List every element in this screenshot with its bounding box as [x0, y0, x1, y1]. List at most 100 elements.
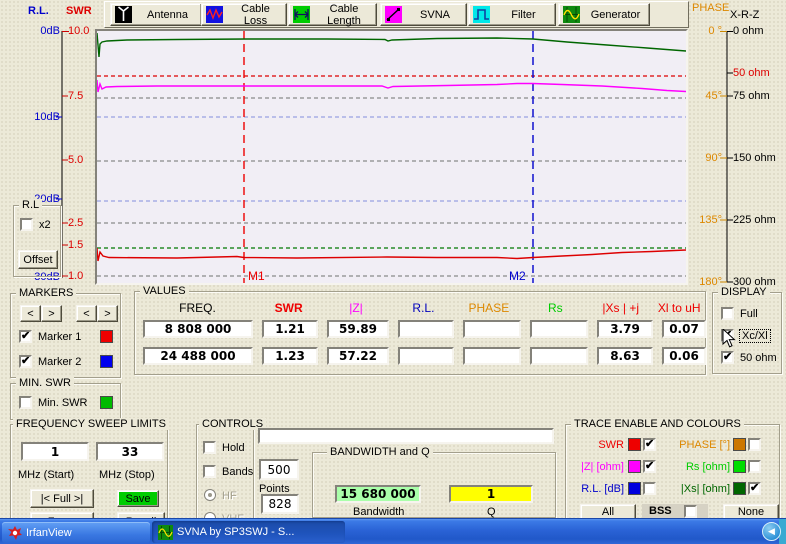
q-label: Q	[487, 506, 496, 518]
values-header-rs: Rs	[547, 301, 563, 315]
swr-axis-title: SWR	[66, 5, 92, 17]
marker-label-M1: M1	[248, 269, 265, 283]
rl-offset-group-title: R.L	[19, 199, 43, 211]
marker-label-M2: M2	[509, 269, 526, 283]
rl-x2-checkbox[interactable]	[20, 218, 33, 231]
filter-button[interactable]: Filter	[468, 3, 556, 26]
marker1-next-button[interactable]: >	[41, 305, 62, 322]
xrz-axis-title: X-R-Z	[730, 9, 760, 21]
display-full-checkbox[interactable]	[721, 307, 734, 320]
marker1-checkbox[interactable]	[19, 329, 32, 343]
cable-length-button[interactable]: Cable Length	[288, 2, 377, 27]
points-input[interactable]: 500	[259, 459, 299, 480]
right-axis-line	[720, 31, 733, 283]
svna-button[interactable]: SVNA	[380, 3, 467, 26]
sweep-limits-group-title: FREQUENCY SWEEP LIMITS	[13, 418, 169, 430]
freq-stop-input[interactable]: 33	[96, 442, 164, 461]
swr-tick-7-5: 7.5	[68, 90, 84, 102]
min-swr-checkbox[interactable]	[19, 396, 32, 409]
bands-label: Bands	[222, 466, 254, 478]
min-swr-group: MIN. SWR Min. SWR	[10, 377, 121, 420]
taskbar-svna-button[interactable]: SVNA by SP3SWJ - S...	[152, 521, 345, 543]
sweep-limits-group: FREQUENCY SWEEP LIMITS 1 33 MHz (Start) …	[10, 418, 169, 531]
trace-swr	[96, 247, 687, 262]
bands-checkbox[interactable]	[203, 465, 216, 478]
marker2-checkbox[interactable]	[19, 354, 32, 368]
display-group-title: DISPLAY	[718, 286, 770, 298]
bss-checkbox[interactable]	[684, 505, 697, 518]
trace-rs-checkbox[interactable]	[748, 460, 761, 473]
trace-swr-label: SWR	[598, 439, 624, 451]
trace-z-label: |Z| [ohm]	[580, 461, 624, 473]
values-header-freq: FREQ.	[179, 301, 216, 315]
trace-enable-group-title: TRACE ENABLE AND COLOURS	[571, 418, 744, 430]
taskbar-svna-label: SVNA by SP3SWJ - S...	[177, 526, 295, 538]
ohm-tick-150: 150 ohm	[733, 152, 776, 164]
toolbar: Antenna Cable Loss Cable Length SVNA Fil…	[104, 1, 689, 28]
value-xl-m1: 0.07	[662, 320, 706, 338]
display-50ohm-label: 50 ohm	[740, 352, 777, 364]
controls-group-title: CONTROLS	[199, 418, 267, 430]
status-input[interactable]	[258, 428, 554, 444]
taskbar-irfanview-button[interactable]: IrfanView	[2, 522, 150, 543]
offset-button[interactable]: Offset	[18, 250, 58, 269]
value-swr-m1: 1.21	[262, 320, 318, 338]
q-field: 1	[449, 485, 533, 503]
antenna-icon	[115, 6, 132, 23]
cable-length-button-label: Cable Length	[327, 2, 361, 27]
save-button[interactable]: Save	[117, 490, 159, 507]
taskbar-collapse-button[interactable]: ◀	[762, 522, 781, 541]
trace-rl-swatch	[628, 482, 641, 495]
svna-icon	[385, 6, 402, 23]
ohm-tick-50: 50 ohm	[733, 67, 770, 79]
bandwidth-group-title: BANDWIDTH and Q	[327, 446, 433, 458]
value-xs-m1: 3.79	[597, 320, 653, 338]
antenna-button[interactable]: Antenna	[110, 3, 202, 26]
marker1-prev-button[interactable]: <	[20, 305, 41, 322]
marker2-color-swatch	[100, 355, 113, 368]
markers-group: MARKERS < > < > Marker 1 Marker 2	[10, 287, 121, 378]
hold-checkbox[interactable]	[203, 441, 216, 454]
trace-xs-label: |Xs| [ohm]	[680, 483, 730, 495]
ohm-tick-225: 225 ohm	[733, 214, 776, 226]
taskbar: IrfanView SVNA by SP3SWJ - S... ◀	[0, 518, 786, 544]
phase-tick-135: 135°	[699, 214, 722, 226]
values-header-swr: SWR	[274, 301, 303, 315]
value-xs-m2: 8.63	[597, 347, 653, 365]
value-rl-m1	[398, 320, 454, 338]
display-50ohm-checkbox[interactable]	[721, 350, 734, 364]
value-freq-m2: 24 488 000	[143, 347, 253, 365]
trace-rs-label: Rs [ohm]	[685, 461, 730, 473]
value-swr-m2: 1.23	[262, 347, 318, 365]
cable-loss-icon	[206, 6, 223, 23]
display-xcxl-label: Xc/Xl	[739, 329, 771, 343]
trace-xs-checkbox[interactable]	[748, 481, 761, 495]
generator-button[interactable]: Generator	[558, 3, 650, 26]
points2-input[interactable]: 828	[261, 494, 299, 514]
freq-start-input[interactable]: 1	[21, 442, 89, 461]
values-group: VALUES FREQ. SWR |Z| R.L. PHASE Rs |Xs |…	[134, 285, 706, 375]
marker2-prev-button[interactable]: <	[76, 305, 97, 322]
marker1-label: Marker 1	[38, 331, 82, 343]
trace-swr-checkbox[interactable]	[643, 437, 656, 451]
trace-rl-checkbox[interactable]	[643, 482, 656, 495]
trace-phase-checkbox[interactable]	[748, 438, 761, 451]
phase-tick-90: 90°	[705, 152, 722, 164]
swr-tick-2-5: 2.5	[68, 217, 84, 229]
bss-label: BSS	[649, 505, 672, 517]
phase-tick-0: 0 °	[708, 25, 722, 37]
filter-icon	[473, 6, 490, 23]
bandwidth-field: 15 680 000	[335, 485, 421, 503]
trace-z-swatch	[628, 460, 641, 473]
hf-radio[interactable]	[204, 489, 216, 501]
sweep-chart[interactable]: M1 M2	[95, 29, 688, 285]
hf-label: HF	[222, 490, 237, 502]
cable-loss-button[interactable]: Cable Loss	[201, 3, 287, 27]
value-z-m2: 57.22	[327, 347, 389, 365]
svna-task-icon	[158, 524, 173, 540]
full-span-button[interactable]: |< Full >|	[30, 489, 94, 508]
trace-z-checkbox[interactable]	[643, 459, 656, 473]
marker2-next-button[interactable]: >	[97, 305, 118, 322]
trace-phase-label: PHASE [°]	[679, 439, 730, 451]
generator-button-label: Generator	[590, 8, 641, 21]
